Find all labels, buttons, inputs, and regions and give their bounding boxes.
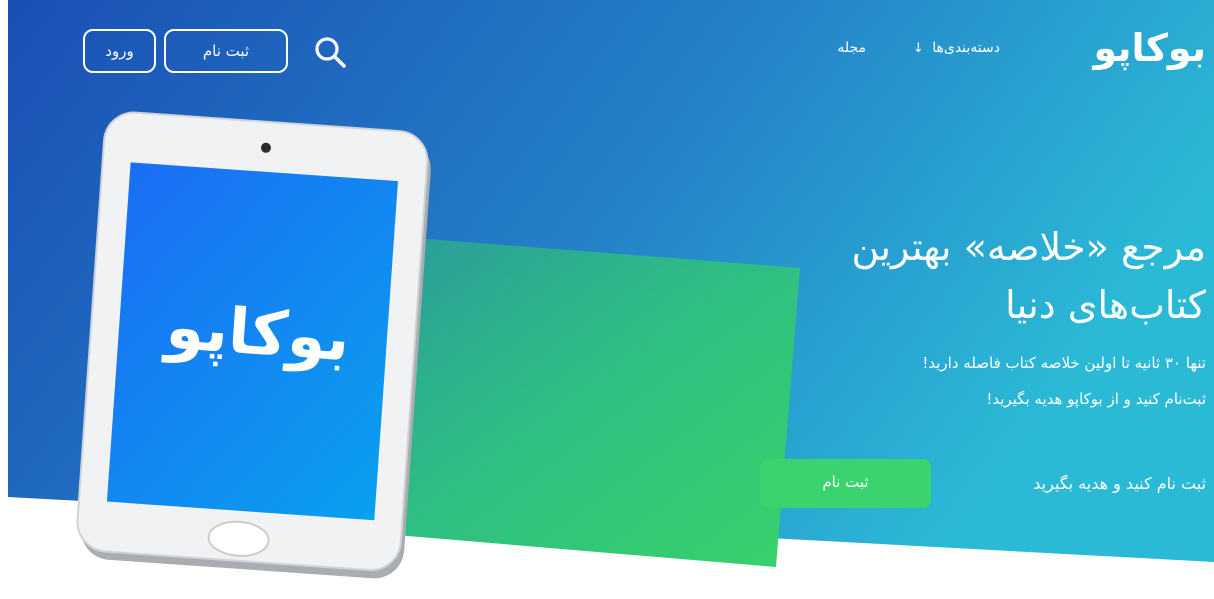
site-header: بوکاپو دسته‌بندی‌ها ↓ مجله ثبت نام ورود xyxy=(0,0,1214,90)
subline-line-1: تنها ۳۰ ثانیه تا اولین خلاصه کتاب فاصله … xyxy=(922,354,1206,372)
subline-line-2: ثبت‌نام کنید و از بوکاپو هدیه بگیرید! xyxy=(986,390,1206,408)
headline-line-2: کتاب‌های دنیا xyxy=(1005,283,1206,327)
hero-headline: مرجع «خلاصه» بهترین کتاب‌های دنیا xyxy=(776,218,1206,334)
arrow-down-icon: ↓ xyxy=(912,41,924,56)
hero-subline: تنها ۳۰ ثانیه تا اولین خلاصه کتاب فاصله … xyxy=(746,345,1206,417)
nav-categories[interactable]: دسته‌بندی‌ها ↓ xyxy=(913,38,1000,59)
hero-section: بوکاپو بوکاپو دسته‌بندی‌ها ↓ مجله ثبت نا… xyxy=(0,0,1214,599)
cta-text: ثبت نام کنید و هدیه بگیرید xyxy=(1033,474,1206,493)
headline-line-1: مرجع «خلاصه» بهترین xyxy=(851,225,1206,269)
nav-magazine[interactable]: مجله xyxy=(837,38,866,58)
login-button[interactable]: ورود xyxy=(83,29,156,73)
cta-signup-button[interactable]: ثبت نام xyxy=(760,459,931,508)
signup-button[interactable]: ثبت نام xyxy=(164,29,288,73)
nav-categories-label: دسته‌بندی‌ها xyxy=(932,40,1000,56)
search-icon[interactable] xyxy=(311,34,351,74)
site-logo[interactable]: بوکاپو xyxy=(1093,22,1206,74)
